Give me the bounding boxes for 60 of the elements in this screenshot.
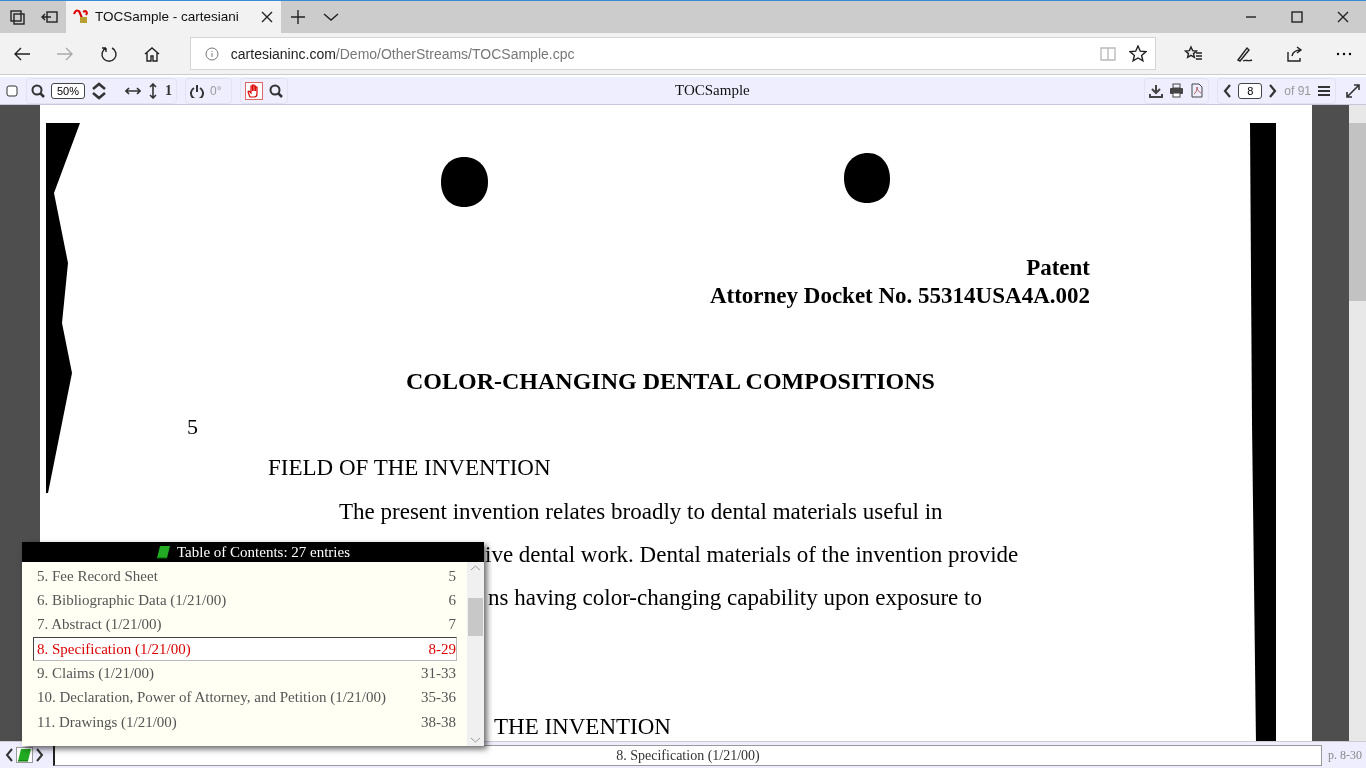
fullscreen-icon[interactable] (1346, 83, 1360, 98)
line-number: 5 (187, 414, 198, 441)
scrollbar[interactable] (1349, 105, 1366, 742)
toc-entry[interactable]: 6. Bibliographic Data (1/21/00) 6 (33, 588, 457, 613)
share-icon[interactable] (1285, 44, 1303, 63)
zoom-field[interactable]: 50% (51, 82, 85, 99)
document-title: TOCSample (674, 82, 751, 100)
page-count: of 91 (1284, 83, 1311, 98)
fit-height-icon[interactable] (147, 82, 159, 99)
body-text: ive dental work. Dental materials of the invention provide (485, 542, 1019, 569)
menu-icon[interactable] (1317, 83, 1331, 98)
next-page-icon[interactable] (1268, 82, 1279, 99)
tabs-aside-icon[interactable] (7, 7, 26, 26)
info-icon[interactable] (204, 46, 219, 61)
section-heading: FIELD OF THE INVENTION (268, 455, 551, 482)
actual-size-button[interactable]: 1 (165, 82, 172, 99)
search-icon[interactable] (269, 83, 284, 98)
close-icon[interactable] (1337, 10, 1349, 23)
previous-entry-icon[interactable] (4, 747, 14, 764)
section-heading: THE INVENTION (494, 714, 671, 741)
body-text: The present invention relates broadly to dental materials useful in (339, 499, 943, 526)
hand-tool-button[interactable] (245, 81, 264, 100)
book-icon[interactable] (17, 748, 32, 763)
favorites-icon[interactable] (1184, 44, 1204, 63)
url-text: cartesianinc.com/Demo/OtherStreams/TOCSample.cpc (230, 45, 576, 62)
location-field[interactable]: 8. Specification (1/21/00) (53, 744, 1322, 766)
zoom-stepper-icon[interactable] (91, 80, 107, 101)
toc-entry[interactable]: 11. Drawings (1/21/00) 38-38 (33, 710, 457, 735)
header-text: Attorney Docket No. 55314USA4A.002 (709, 283, 1090, 310)
header-text: Patent (1026, 255, 1090, 282)
pdf-icon[interactable] (1190, 83, 1205, 99)
star-icon[interactable] (1129, 44, 1147, 63)
browser-tab[interactable]: TOCSample - cartesiani (66, 1, 281, 33)
pen-icon[interactable] (1235, 44, 1253, 63)
next-entry-icon[interactable] (35, 747, 45, 764)
address-bar[interactable]: cartesianinc.com/Demo/OtherStreams/TOCSample.cpc (189, 37, 1156, 71)
download-icon[interactable] (1149, 83, 1164, 98)
document-heading: COLOR-CHANGING DENTAL COMPOSITIONS (406, 368, 935, 396)
toc-entry[interactable]: 9. Claims (1/21/00) 31-33 (33, 661, 457, 686)
scrollbar[interactable] (467, 562, 484, 747)
new-tab-icon[interactable] (288, 7, 307, 26)
print-icon[interactable] (1169, 83, 1185, 99)
scrollbar-thumb[interactable] (1349, 123, 1366, 302)
checkbox-icon[interactable] (6, 84, 18, 97)
page-range: p. 8-30 (1328, 747, 1362, 763)
maximize-icon[interactable] (1291, 10, 1303, 23)
page-field[interactable]: 8 (1238, 82, 1263, 99)
home-icon[interactable] (143, 44, 162, 63)
toc-entry[interactable]: 8. Specification (1/21/00) 8-29 (33, 637, 457, 662)
toc-entry[interactable]: 5. Fee Record Sheet 5 (33, 564, 457, 589)
body-text: ns having color-changing capability upon exposure to (488, 585, 982, 612)
toc-entry[interactable]: 10. Declaration, Power of Attorney, and Petition (1/21/00) 35-36 (33, 685, 457, 710)
toc-entry[interactable]: 7. Abstract (1/21/00) 7 (33, 612, 457, 638)
book-icon (155, 545, 171, 560)
scrollbar-thumb[interactable] (468, 598, 483, 637)
toc-title: Table of Contents: 27 entries (176, 543, 351, 561)
refresh-icon[interactable] (99, 44, 118, 63)
zoom-icon[interactable] (31, 83, 45, 98)
site-logo-icon (72, 8, 89, 26)
previous-page-icon[interactable] (1222, 82, 1233, 99)
